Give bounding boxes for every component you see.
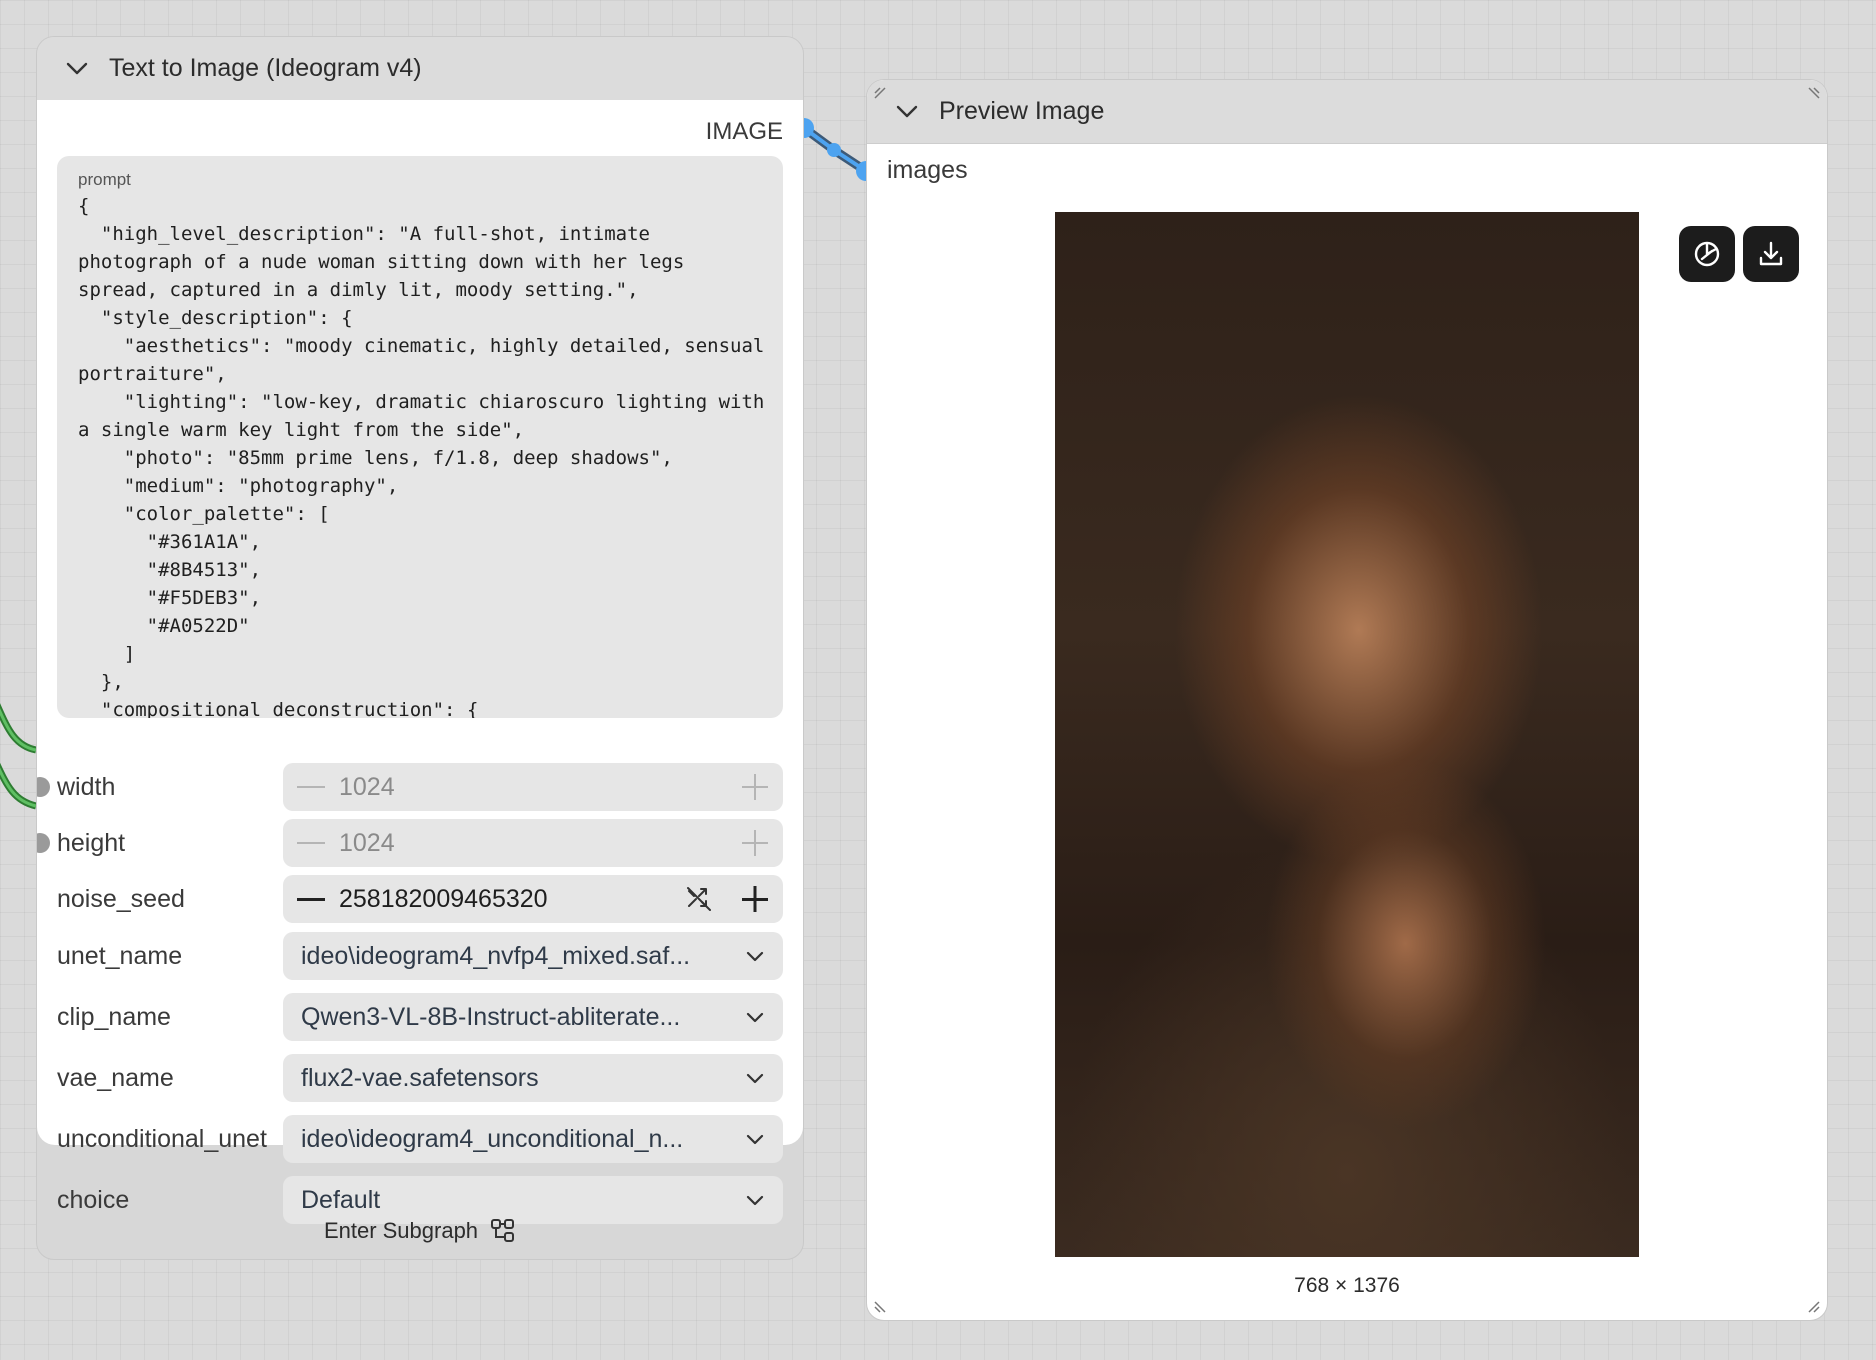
noise-seed-label: noise_seed <box>57 884 185 913</box>
height-input-link-inner <box>0 767 37 808</box>
vae-name-value: flux2-vae.safetensors <box>301 1063 539 1092</box>
chevron-down-icon <box>727 932 783 980</box>
noise-seed-value[interactable]: 258182009465320 <box>339 885 671 914</box>
vae-name-widget: vae_name flux2-vae.safetensors <box>57 1054 783 1102</box>
height-label: height <box>57 828 126 857</box>
height-decrement-button[interactable] <box>283 819 339 867</box>
prompt-value[interactable]: { "high_level_description": "A full-shot… <box>78 192 768 718</box>
unconditional-unet-value: ideo\ideogram4_unconditional_n... <box>301 1124 684 1153</box>
minus-icon <box>297 786 325 788</box>
width-value: 1024 <box>339 772 395 801</box>
vae-name-select[interactable]: flux2-vae.safetensors <box>283 1054 783 1102</box>
node-title: Preview Image <box>939 97 1105 125</box>
clip-name-widget: clip_name Qwen3-VL-8B-Instruct-abliterat… <box>57 993 783 1041</box>
choice-label: choice <box>57 1185 130 1214</box>
minus-icon <box>297 898 325 901</box>
node-header[interactable]: Preview Image <box>867 80 1827 144</box>
enter-subgraph-label: Enter Subgraph <box>323 1218 479 1243</box>
width-input-link <box>0 703 37 754</box>
preview-image-node[interactable]: Preview Image images 768 × 1376 <box>866 79 1828 1321</box>
resize-handle-top-right[interactable] <box>1807 86 1821 100</box>
unconditional-unet-select[interactable]: ideo\ideogram4_unconditional_n... <box>283 1115 783 1163</box>
preview-image[interactable] <box>1055 212 1639 1257</box>
noise-seed-decrement-button[interactable] <box>283 875 339 923</box>
collapse-button[interactable] <box>887 92 927 132</box>
text-to-image-node[interactable]: Text to Image (Ideogram v4) IMAGE prompt… <box>36 36 804 1260</box>
chevron-down-icon <box>727 993 783 1041</box>
unet-name-value: ideo\ideogram4_nvfp4_mixed.saf... <box>301 941 691 970</box>
resize-handle-top-left[interactable] <box>873 86 887 100</box>
prompt-label: prompt <box>78 170 131 189</box>
prompt-textarea[interactable]: prompt { "high_level_description": "A fu… <box>57 156 783 718</box>
randomize-seed-button[interactable] <box>671 875 727 923</box>
image-actions <box>1679 226 1799 282</box>
width-number-input[interactable]: 1024 <box>283 763 783 811</box>
image-output-label: IMAGE <box>705 118 783 145</box>
plus-icon <box>742 774 768 800</box>
vae-name-label: vae_name <box>57 1063 174 1092</box>
noise-seed-number-input[interactable]: 258182009465320 <box>283 875 783 923</box>
mask-editor-icon <box>1694 241 1720 267</box>
noise-seed-increment-button[interactable] <box>727 875 783 923</box>
node-title: Text to Image (Ideogram v4) <box>109 54 422 82</box>
images-input-label: images <box>887 156 968 184</box>
image-link <box>799 123 871 176</box>
noise-seed-widget: noise_seed 258182009465320 <box>57 875 783 923</box>
unet-name-label: unet_name <box>57 941 183 970</box>
image-link-inner <box>802 126 868 173</box>
height-widget: height 1024 <box>37 819 783 867</box>
image-link-midpoint <box>827 143 841 157</box>
node-header[interactable]: Text to Image (Ideogram v4) <box>37 37 803 101</box>
width-decrement-button[interactable] <box>283 763 339 811</box>
node-body: IMAGE prompt { "high_level_description":… <box>37 100 803 1224</box>
shuffle-off-icon <box>687 887 711 911</box>
width-input-link-inner <box>0 707 37 752</box>
height-number-input[interactable]: 1024 <box>283 819 783 867</box>
unconditional-unet-widget: unconditional_unet ideo\ideogram4_uncond… <box>57 1115 783 1163</box>
choice-value: Default <box>301 1185 381 1214</box>
minus-icon <box>297 842 325 844</box>
height-increment-button[interactable] <box>727 819 783 867</box>
unet-name-widget: unet_name ideo\ideogram4_nvfp4_mixed.saf… <box>57 932 783 980</box>
resize-handle-bottom-right[interactable] <box>1807 1300 1821 1314</box>
width-label: width <box>57 772 116 801</box>
width-widget: width 1024 <box>37 763 783 811</box>
height-input-link <box>0 762 37 810</box>
download-button[interactable] <box>1743 226 1799 282</box>
chevron-down-icon <box>896 105 918 117</box>
enter-subgraph-button[interactable]: Enter Subgraph <box>37 1213 803 1249</box>
width-increment-button[interactable] <box>727 763 783 811</box>
plus-icon <box>742 830 768 856</box>
plus-icon <box>742 886 768 912</box>
clip-name-value: Qwen3-VL-8B-Instruct-abliterate... <box>301 1002 681 1031</box>
clip-name-select[interactable]: Qwen3-VL-8B-Instruct-abliterate... <box>283 993 783 1041</box>
chevron-down-icon <box>727 1115 783 1163</box>
chevron-down-icon <box>66 62 88 74</box>
width-input-dot[interactable] <box>37 777 50 797</box>
unconditional-unet-label: unconditional_unet <box>57 1124 267 1153</box>
resize-handle-bottom-left[interactable] <box>873 1300 887 1314</box>
clip-name-label: clip_name <box>57 1002 171 1031</box>
height-input-dot[interactable] <box>37 833 50 853</box>
chevron-down-icon <box>727 1054 783 1102</box>
collapse-button[interactable] <box>57 49 97 89</box>
mask-editor-button[interactable] <box>1679 226 1735 282</box>
subgraph-icon <box>491 1219 515 1242</box>
height-value: 1024 <box>339 828 395 857</box>
unet-name-select[interactable]: ideo\ideogram4_nvfp4_mixed.saf... <box>283 932 783 980</box>
image-dimensions: 768 × 1376 <box>1294 1274 1400 1297</box>
download-icon <box>1759 241 1783 266</box>
